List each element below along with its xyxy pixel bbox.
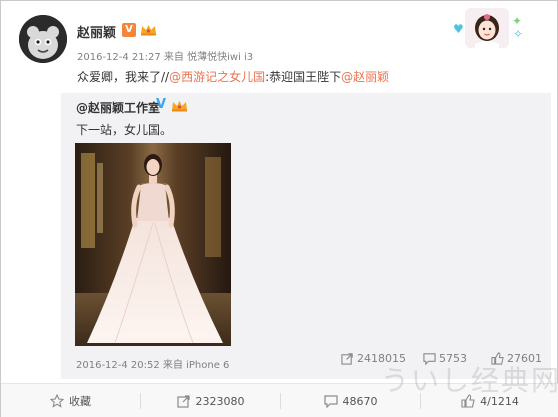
heart-sticker-icon: ♥ [453,22,464,36]
mention-link[interactable]: @西游记之女儿国 [169,70,265,84]
repost-like-count[interactable]: 27601 [491,352,542,365]
favorite-label: 收藏 [69,395,91,408]
comment-icon [423,353,436,365]
mention-link[interactable]: @赵丽颖 [341,70,389,84]
repost-text: 下一站，女儿国。 [76,123,173,137]
sparkle-sticker-icon: ✦ [512,14,523,28]
crown-icon [172,101,187,112]
post-text-middle: :恭迎国王陛下 [265,70,342,84]
repost-share-count[interactable]: 2418015 [341,352,406,365]
share-icon [341,353,353,365]
like-count: 27601 [507,352,542,365]
action-bar: 收藏 2323080 48670 4/1214 [1,383,558,417]
repost-author[interactable]: @赵丽颖工作室 [76,99,160,116]
like-icon [461,394,475,408]
like-icon [491,352,504,365]
author-name[interactable]: 赵丽颖 [77,22,116,41]
star-icon [50,394,64,408]
comment-count: 48670 [342,394,378,408]
favorite-button[interactable]: 收藏 [1,384,140,417]
comment-count: 5753 [439,352,467,365]
verified-badge-icon: V [122,23,136,37]
post-text-prefix: 众爱卿，我来了// [77,70,170,84]
post-text: 众爱卿，我来了//@西游记之女儿国:恭迎国王陛下@赵丽颖 [77,68,389,85]
post-meta: 2016-12-4 21:27 来自 悦薄悦快iwi i3 [77,52,254,63]
sticker-avatar [465,8,509,48]
like-count: 4/1214 [480,394,519,408]
verified-badge-icon: V [156,97,167,112]
weibo-post-card: 赵丽颖 V 2016-12-4 21:27 来自 悦薄悦快iwi i3 众爱卿，… [0,0,558,417]
share-count: 2323080 [195,394,245,408]
comment-button[interactable]: 48670 [281,384,420,417]
share-button[interactable]: 2323080 [141,384,280,417]
share-count: 2418015 [357,352,406,365]
share-icon [176,395,190,408]
repost-photo[interactable] [75,143,231,346]
author-avatar[interactable] [19,15,67,63]
like-button[interactable]: 4/1214 [421,384,558,417]
sparkle-sticker-icon: ✧ [513,27,524,41]
comment-icon [323,395,338,408]
repost-comment-count[interactable]: 5753 [423,352,467,365]
crown-icon [141,25,156,36]
repost-meta: 2016-12-4 20:52 来自 iPhone 6 [76,360,230,371]
